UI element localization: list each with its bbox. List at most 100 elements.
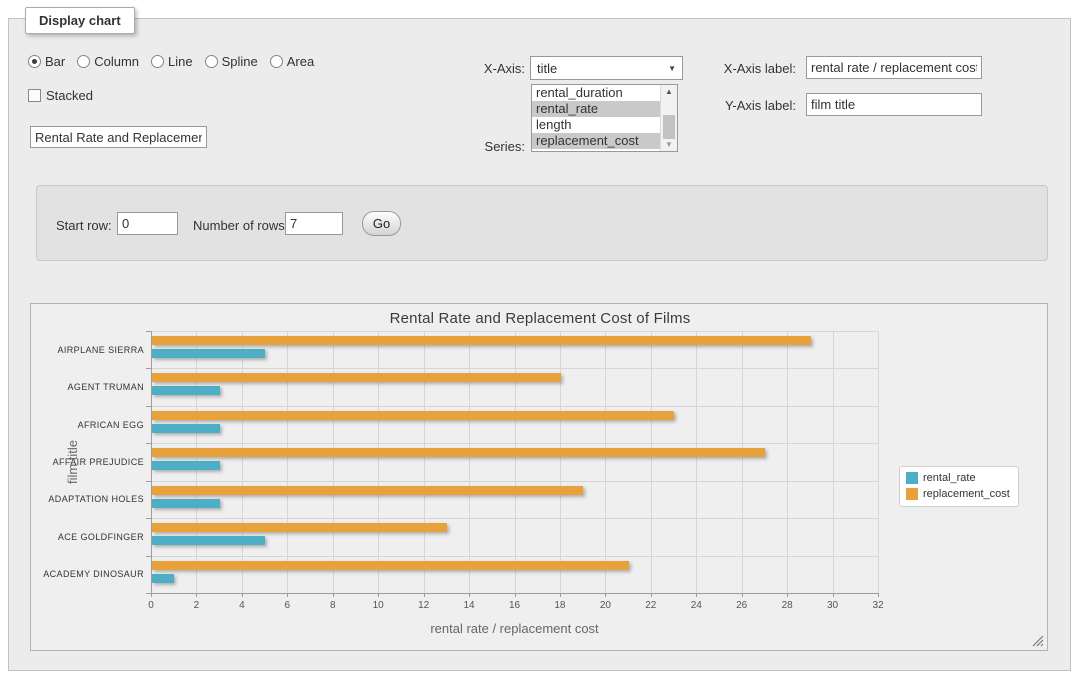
bar-rental_rate xyxy=(152,461,220,470)
series-option-replacement_cost[interactable]: replacement_cost xyxy=(532,133,660,149)
legend-item-replacement_cost[interactable]: replacement_cost xyxy=(906,488,1010,500)
series-listbox-label: Series: xyxy=(445,139,525,154)
grid-line xyxy=(151,331,878,332)
x-tick-label: 8 xyxy=(318,600,348,611)
chart-type-radio-label: Column xyxy=(94,54,139,69)
row-range-panel xyxy=(36,185,1048,261)
panel-title: Display chart xyxy=(25,7,135,34)
grid-line xyxy=(787,331,788,593)
stacked-label: Stacked xyxy=(46,88,93,103)
x-axis-select-label: X-Axis: xyxy=(445,61,525,76)
x-tick-label: 2 xyxy=(181,600,211,611)
x-tick-label: 6 xyxy=(272,600,302,611)
grid-line xyxy=(651,331,652,593)
chart-type-radio-label: Line xyxy=(168,54,193,69)
series-listbox[interactable]: rental_durationrental_ratelengthreplacem… xyxy=(531,84,678,152)
number-of-rows-label: Number of rows: xyxy=(193,218,288,233)
chart-type-radio-group: Bar Column Line Spline Area xyxy=(28,54,326,69)
category-label: AGENT TRUMAN xyxy=(31,368,144,405)
x-axis-select[interactable]: title ▼ xyxy=(530,56,683,80)
chart-legend: rental_rate replacement_cost xyxy=(899,466,1019,507)
start-row-input[interactable] xyxy=(117,212,178,235)
legend-swatch xyxy=(906,472,918,484)
x-tick-label: 20 xyxy=(590,600,620,611)
grid-line xyxy=(696,331,697,593)
series-option-length[interactable]: length xyxy=(532,117,660,133)
grid-line xyxy=(833,331,834,593)
start-row-label: Start row: xyxy=(56,218,112,233)
bar-rental_rate xyxy=(152,536,265,545)
series-option-rental_rate[interactable]: rental_rate xyxy=(532,101,660,117)
chart-type-option-bar: Bar xyxy=(28,54,65,69)
scrollbar-down-icon[interactable]: ▼ xyxy=(661,138,677,151)
x-axis-label-input[interactable] xyxy=(806,56,982,79)
listbox-scrollbar[interactable]: ▲ ▼ xyxy=(660,85,677,151)
bar-replacement_cost xyxy=(152,336,811,345)
stacked-checkbox[interactable] xyxy=(28,89,41,102)
grid-line xyxy=(151,518,878,519)
chart-type-radio-area[interactable] xyxy=(270,55,283,68)
grid-line xyxy=(333,331,334,593)
chart-type-option-column: Column xyxy=(77,54,139,69)
bar-replacement_cost xyxy=(152,373,561,382)
bar-rental_rate xyxy=(152,349,265,358)
legend-label: replacement_cost xyxy=(923,488,1010,500)
bar-replacement_cost xyxy=(152,448,765,457)
legend-label: rental_rate xyxy=(923,472,976,484)
bar-rental_rate xyxy=(152,424,220,433)
chart-area: Rental Rate and Replacement Cost of Film… xyxy=(30,303,1048,651)
chart-type-radio-label: Spline xyxy=(222,54,258,69)
series-option-rental_duration[interactable]: rental_duration xyxy=(532,85,660,101)
x-tick-label: 26 xyxy=(727,600,757,611)
category-label: AIRPLANE SIERRA xyxy=(31,331,144,368)
resize-handle-icon[interactable] xyxy=(1032,635,1044,647)
x-axis-title: rental rate / replacement cost xyxy=(151,621,878,636)
category-label: ADAPTATION HOLES xyxy=(31,481,144,518)
x-axis-selected-value: title xyxy=(537,61,557,76)
grid-line xyxy=(742,331,743,593)
scrollbar-thumb[interactable] xyxy=(663,115,675,139)
grid-line xyxy=(151,443,878,444)
x-tick-label: 24 xyxy=(681,600,711,611)
grid-line xyxy=(424,331,425,593)
chart-type-radio-spline[interactable] xyxy=(205,55,218,68)
chart-type-option-line: Line xyxy=(151,54,193,69)
chart-type-radio-label: Area xyxy=(287,54,314,69)
number-of-rows-input[interactable] xyxy=(285,212,343,235)
grid-line xyxy=(560,331,561,593)
chart-type-option-spline: Spline xyxy=(205,54,258,69)
stacked-checkbox-row: Stacked xyxy=(28,88,93,103)
x-axis-label-label: X-Axis label: xyxy=(706,61,796,76)
grid-line xyxy=(151,481,878,482)
category-label: ACE GOLDFINGER xyxy=(31,518,144,555)
bar-replacement_cost xyxy=(152,561,629,570)
grid-line xyxy=(151,556,878,557)
x-tick-label: 32 xyxy=(863,600,893,611)
chevron-down-icon: ▼ xyxy=(668,64,676,73)
chart-type-radio-bar[interactable] xyxy=(28,55,41,68)
x-tick-label: 28 xyxy=(772,600,802,611)
bar-rental_rate xyxy=(152,386,220,395)
chart-title-input[interactable] xyxy=(30,126,207,148)
category-label: AFFAIR PREJUDICE xyxy=(31,443,144,480)
grid-line xyxy=(878,331,879,593)
grid-line xyxy=(515,331,516,593)
chart-type-radio-column[interactable] xyxy=(77,55,90,68)
category-label: ACADEMY DINOSAUR xyxy=(31,556,144,593)
x-tick-label: 18 xyxy=(545,600,575,611)
bar-replacement_cost xyxy=(152,486,583,495)
go-button[interactable]: Go xyxy=(362,211,401,236)
x-tick-label: 4 xyxy=(227,600,257,611)
legend-item-rental_rate[interactable]: rental_rate xyxy=(906,472,1010,484)
chart-builder-page: Display chart Bar Column Line Spline Area St… xyxy=(0,0,1081,681)
chart-type-radio-label: Bar xyxy=(45,54,65,69)
x-tick-label: 22 xyxy=(636,600,666,611)
x-tick-label: 0 xyxy=(136,600,166,611)
bar-replacement_cost xyxy=(152,411,674,420)
x-axis-line xyxy=(151,593,879,594)
scrollbar-up-icon[interactable]: ▲ xyxy=(661,85,677,98)
y-axis-label-input[interactable] xyxy=(806,93,982,116)
chart-type-radio-line[interactable] xyxy=(151,55,164,68)
bar-rental_rate xyxy=(152,574,174,583)
x-tick-label: 16 xyxy=(500,600,530,611)
